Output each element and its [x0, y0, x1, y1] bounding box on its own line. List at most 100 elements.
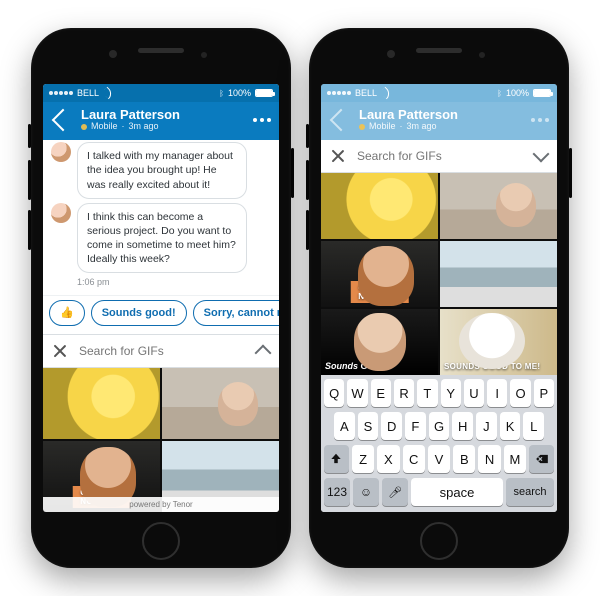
status-bar: BELL ᛒ 100%	[43, 84, 279, 102]
home-button[interactable]	[420, 522, 458, 560]
key-b[interactable]: B	[453, 445, 475, 473]
quick-reply-1[interactable]: Sounds good!	[91, 300, 187, 326]
message-text: I talked with my manager about the idea …	[77, 142, 247, 199]
chevron-down-icon[interactable]	[533, 146, 550, 163]
close-icon[interactable]	[331, 149, 345, 163]
key-m[interactable]: M	[504, 445, 526, 473]
gif-search-input[interactable]	[77, 343, 247, 359]
numbers-key[interactable]: 123	[324, 478, 350, 506]
key-q[interactable]: Q	[324, 379, 344, 407]
key-y[interactable]: Y	[441, 379, 461, 407]
avatar[interactable]	[51, 142, 71, 162]
battery-pct: 100%	[228, 88, 251, 98]
bluetooth-icon: ᛒ	[497, 89, 502, 98]
presence-dot-icon	[81, 124, 87, 130]
signal-dots-icon	[49, 91, 73, 95]
search-key[interactable]: search	[506, 478, 554, 506]
quick-reply-emoji[interactable]: 👍	[49, 300, 85, 326]
more-icon[interactable]	[253, 118, 271, 122]
battery-icon	[533, 89, 551, 97]
quick-reply-bar: 👍 Sounds good! Sorry, cannot make it	[43, 295, 279, 334]
message: I talked with my manager about the idea …	[51, 142, 271, 199]
phone-left: BELL ᛒ 100% Laura Patterson Mobile · 3m …	[31, 28, 291, 568]
key-h[interactable]: H	[452, 412, 473, 440]
gif-search-bar	[321, 140, 557, 173]
presence-time: 3m ago	[129, 122, 159, 132]
gif-tile[interactable]: SOUNDS GOOD TO ME!	[440, 309, 557, 375]
shift-key[interactable]	[324, 445, 349, 473]
gif-search-bar	[43, 334, 279, 368]
gif-tile[interactable]: Sounds Good.	[321, 309, 438, 375]
key-t[interactable]: T	[417, 379, 437, 407]
home-button[interactable]	[142, 522, 180, 560]
chevron-up-icon[interactable]	[255, 345, 272, 362]
back-icon	[330, 109, 353, 132]
phone-right: BELL ᛒ 100% Laura Patterson Mobile · 3m …	[309, 28, 569, 568]
carrier-label: BELL	[355, 88, 377, 98]
key-a[interactable]: A	[334, 412, 355, 440]
gif-grid: CHUCK NORRIS powered by Tenor	[43, 368, 279, 512]
key-d[interactable]: D	[381, 412, 402, 440]
presence-label: Mobile	[369, 122, 396, 132]
presence-dot-icon	[359, 124, 365, 130]
back-icon[interactable]	[52, 109, 75, 132]
gif-tile[interactable]	[321, 173, 438, 239]
status-bar: BELL ᛒ 100%	[321, 84, 557, 102]
mic-icon: 🎤︎	[388, 486, 402, 499]
close-icon[interactable]	[53, 344, 67, 358]
gif-caption: Sounds Good.	[325, 361, 387, 371]
gif-tile[interactable]	[440, 241, 557, 307]
battery-pct: 100%	[506, 88, 529, 98]
mic-key[interactable]: 🎤︎	[382, 478, 408, 506]
avatar[interactable]	[51, 203, 71, 223]
wifi-icon	[103, 89, 113, 97]
key-k[interactable]: K	[500, 412, 521, 440]
quick-reply-2[interactable]: Sorry, cannot make it	[193, 300, 279, 326]
message-text: I think this can become a serious projec…	[77, 203, 247, 274]
conversation-header: Laura Patterson Mobile · 3m ago	[43, 102, 279, 140]
key-p[interactable]: P	[534, 379, 554, 407]
gif-caption: SOUNDS GOOD TO ME!	[444, 362, 540, 371]
key-s[interactable]: S	[358, 412, 379, 440]
gif-tile[interactable]	[43, 368, 160, 439]
carrier-label: BELL	[77, 88, 99, 98]
message-list: I talked with my manager about the idea …	[43, 140, 279, 295]
key-v[interactable]: V	[428, 445, 450, 473]
presence-time: 3m ago	[407, 122, 437, 132]
key-l[interactable]: L	[523, 412, 544, 440]
key-c[interactable]: C	[403, 445, 425, 473]
wifi-icon	[381, 89, 391, 97]
key-x[interactable]: X	[377, 445, 399, 473]
keyboard: QWERTYUIOP ASDFGHJKL ZXCVBNM 123 ☺ 🎤︎ sp…	[321, 375, 557, 512]
key-g[interactable]: G	[429, 412, 450, 440]
emoji-icon: ☺	[360, 485, 372, 499]
key-z[interactable]: Z	[352, 445, 374, 473]
message: I think this can become a serious projec…	[51, 203, 271, 274]
screen-gif-search-keyboard: BELL ᛒ 100% Laura Patterson Mobile · 3m …	[321, 84, 557, 512]
gif-tile[interactable]: CHUCK NORRIS	[321, 241, 438, 307]
gif-tile[interactable]	[440, 173, 557, 239]
gif-tile[interactable]	[162, 368, 279, 439]
battery-icon	[255, 89, 273, 97]
signal-dots-icon	[327, 91, 351, 95]
gif-search-input[interactable]	[355, 148, 525, 164]
space-key[interactable]: space	[411, 478, 503, 506]
message-timestamp: 1:06 pm	[51, 277, 271, 291]
key-j[interactable]: J	[476, 412, 497, 440]
key-o[interactable]: O	[510, 379, 530, 407]
delete-key[interactable]	[529, 445, 554, 473]
key-u[interactable]: U	[464, 379, 484, 407]
screen-chat-gif-tray: BELL ᛒ 100% Laura Patterson Mobile · 3m …	[43, 84, 279, 512]
backspace-icon	[535, 452, 549, 466]
emoji-key[interactable]: ☺	[353, 478, 379, 506]
key-i[interactable]: I	[487, 379, 507, 407]
key-f[interactable]: F	[405, 412, 426, 440]
key-n[interactable]: N	[478, 445, 500, 473]
gif-grid: CHUCK NORRIS Sounds Good. SOUNDS GOOD TO…	[321, 173, 557, 375]
key-r[interactable]: R	[394, 379, 414, 407]
key-w[interactable]: W	[347, 379, 367, 407]
key-e[interactable]: E	[371, 379, 391, 407]
more-icon	[531, 118, 549, 122]
gif-attribution: powered by Tenor	[43, 497, 279, 512]
contact-name[interactable]: Laura Patterson	[81, 108, 245, 122]
